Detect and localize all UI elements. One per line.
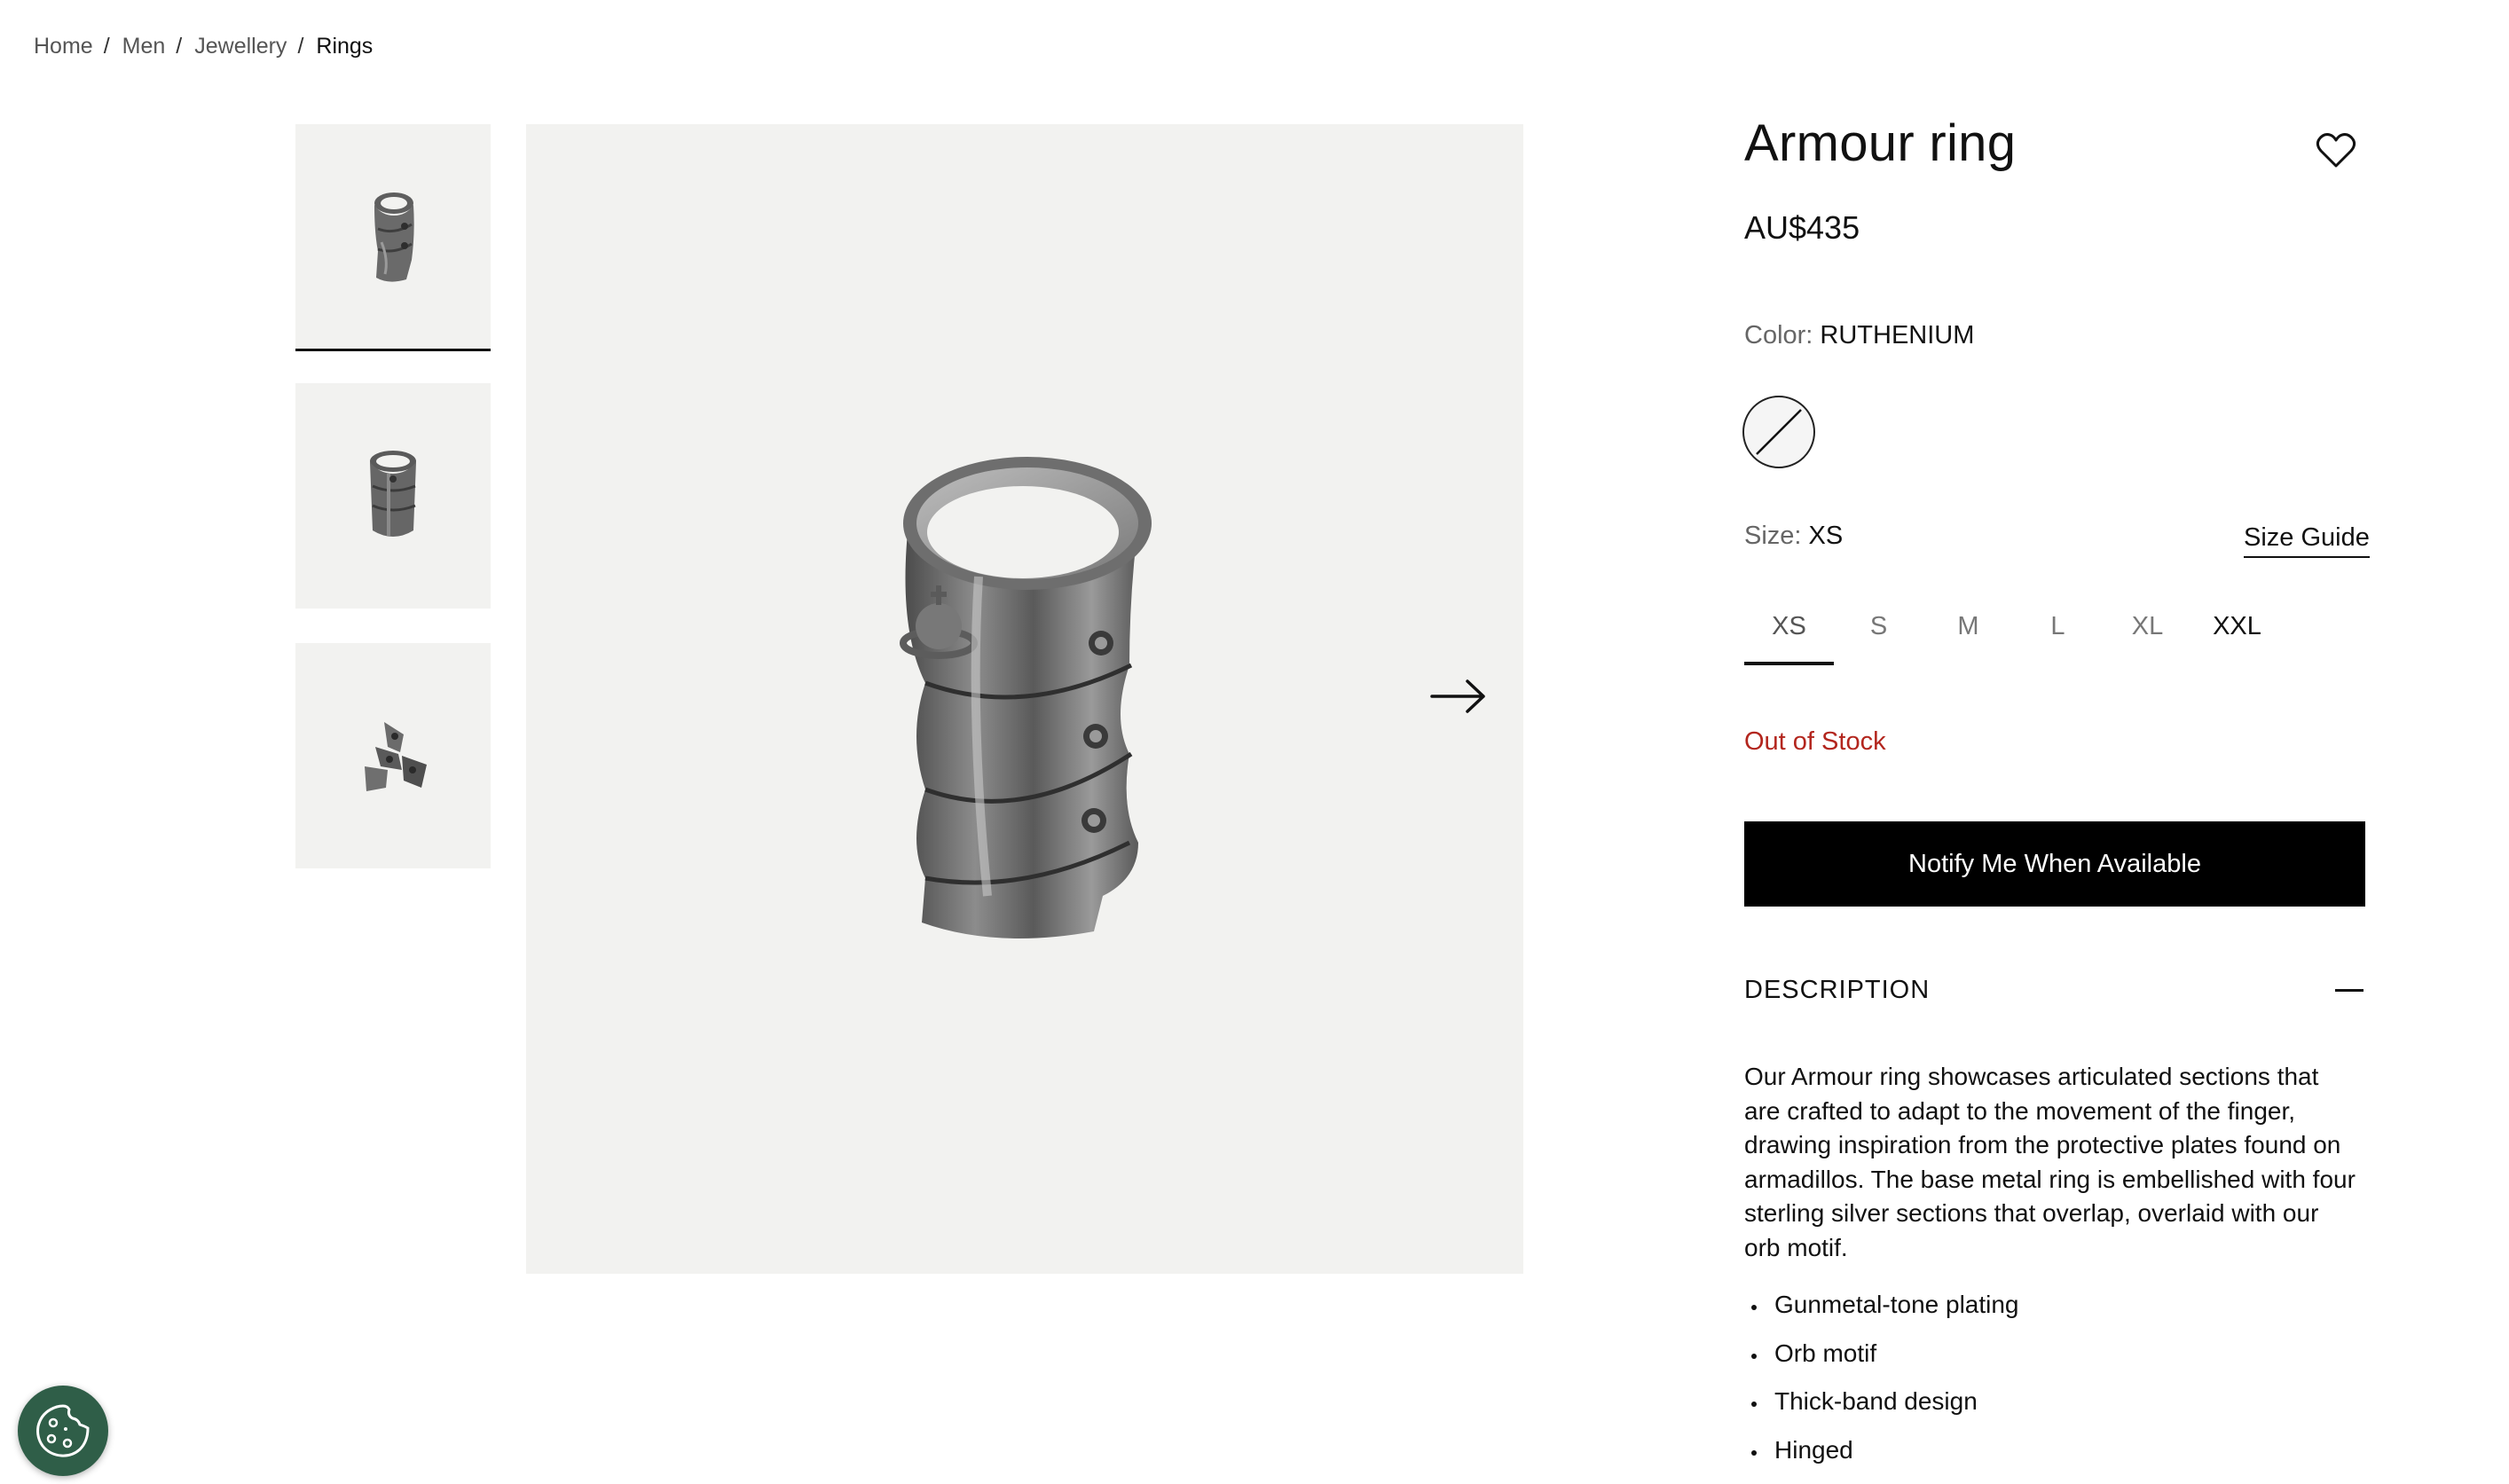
bullet-icon <box>1751 1450 1757 1456</box>
breadcrumb-jewellery[interactable]: Jewellery <box>194 34 287 59</box>
breadcrumb-separator: / <box>297 34 303 59</box>
description-toggle[interactable]: DESCRIPTION <box>1744 976 2365 1005</box>
feature-text: Hinged <box>1774 1436 1853 1464</box>
stock-status: Out of Stock <box>1744 727 1886 757</box>
breadcrumb-men[interactable]: Men <box>122 34 166 59</box>
size-guide-link[interactable]: Size Guide <box>2244 523 2370 558</box>
color-selection: Color: RUTHENIUM <box>1744 321 1974 350</box>
feature-text: Gunmetal-tone plating <box>1774 1291 2019 1319</box>
notify-me-button[interactable]: Notify Me When Available <box>1744 821 2365 907</box>
feature-text: Thick-band design <box>1774 1387 1978 1416</box>
bullet-icon <box>1751 1402 1757 1407</box>
armour-ring-image <box>872 452 1174 949</box>
size-label: Size: <box>1744 522 1801 550</box>
ring-open-thumbnail[interactable] <box>295 643 491 868</box>
size-option-xl[interactable]: XL <box>2103 603 2192 665</box>
feature-list: Gunmetal-tone plating Orb motif Thick-ba… <box>1744 1291 2019 1484</box>
list-item: Gunmetal-tone plating <box>1744 1291 2019 1339</box>
bullet-icon <box>1751 1354 1757 1359</box>
size-option-xxl[interactable]: XXL <box>2192 603 2282 665</box>
size-option-s[interactable]: S <box>1834 603 1923 665</box>
size-option-m[interactable]: M <box>1923 603 2013 665</box>
list-item: Thick-band design <box>1744 1387 2019 1436</box>
breadcrumb-rings: Rings <box>316 34 373 59</box>
breadcrumb: Home / Men / Jewellery / Rings <box>34 34 373 59</box>
list-item: Hinged <box>1744 1436 2019 1484</box>
product-price: AU$435 <box>1744 209 1860 247</box>
color-label: Color: <box>1744 321 1813 349</box>
ring-open-image <box>349 711 437 800</box>
ring-side-thumbnail[interactable] <box>295 383 491 609</box>
swatch-unavailable-slash <box>1744 397 1813 467</box>
product-description: Our Armour ring showcases articulated se… <box>1744 1060 2356 1265</box>
thumbnail-active-indicator <box>295 349 491 351</box>
breadcrumb-separator: / <box>176 34 182 59</box>
ring-front-thumbnail[interactable] <box>295 124 491 350</box>
cookie-settings-button[interactable] <box>18 1386 108 1476</box>
ring-front-image <box>362 189 424 287</box>
size-selection: Size: XS <box>1744 522 1843 551</box>
minus-icon <box>2335 989 2363 992</box>
bullet-icon <box>1751 1305 1757 1310</box>
size-value: XS <box>1809 522 1844 550</box>
color-value: RUTHENIUM <box>1820 321 1974 349</box>
cookie-icon <box>34 1402 92 1460</box>
size-option-l[interactable]: L <box>2013 603 2103 665</box>
breadcrumb-home[interactable]: Home <box>34 34 93 59</box>
product-title: Armour ring <box>1744 114 2016 173</box>
list-item: Orb motif <box>1744 1339 2019 1388</box>
feature-text: Orb motif <box>1774 1339 1876 1368</box>
main-product-image <box>526 124 1523 1274</box>
size-option-xs[interactable]: XS <box>1744 603 1834 665</box>
color-swatch-ruthenium[interactable] <box>1742 396 1815 468</box>
heart-icon[interactable] <box>2316 131 2356 169</box>
arrow-right-icon[interactable] <box>1428 674 1490 718</box>
breadcrumb-separator: / <box>104 34 110 59</box>
ring-side-image <box>362 447 424 545</box>
size-options: XS S M L XL XXL <box>1744 603 2282 665</box>
description-heading: DESCRIPTION <box>1744 976 1930 1005</box>
